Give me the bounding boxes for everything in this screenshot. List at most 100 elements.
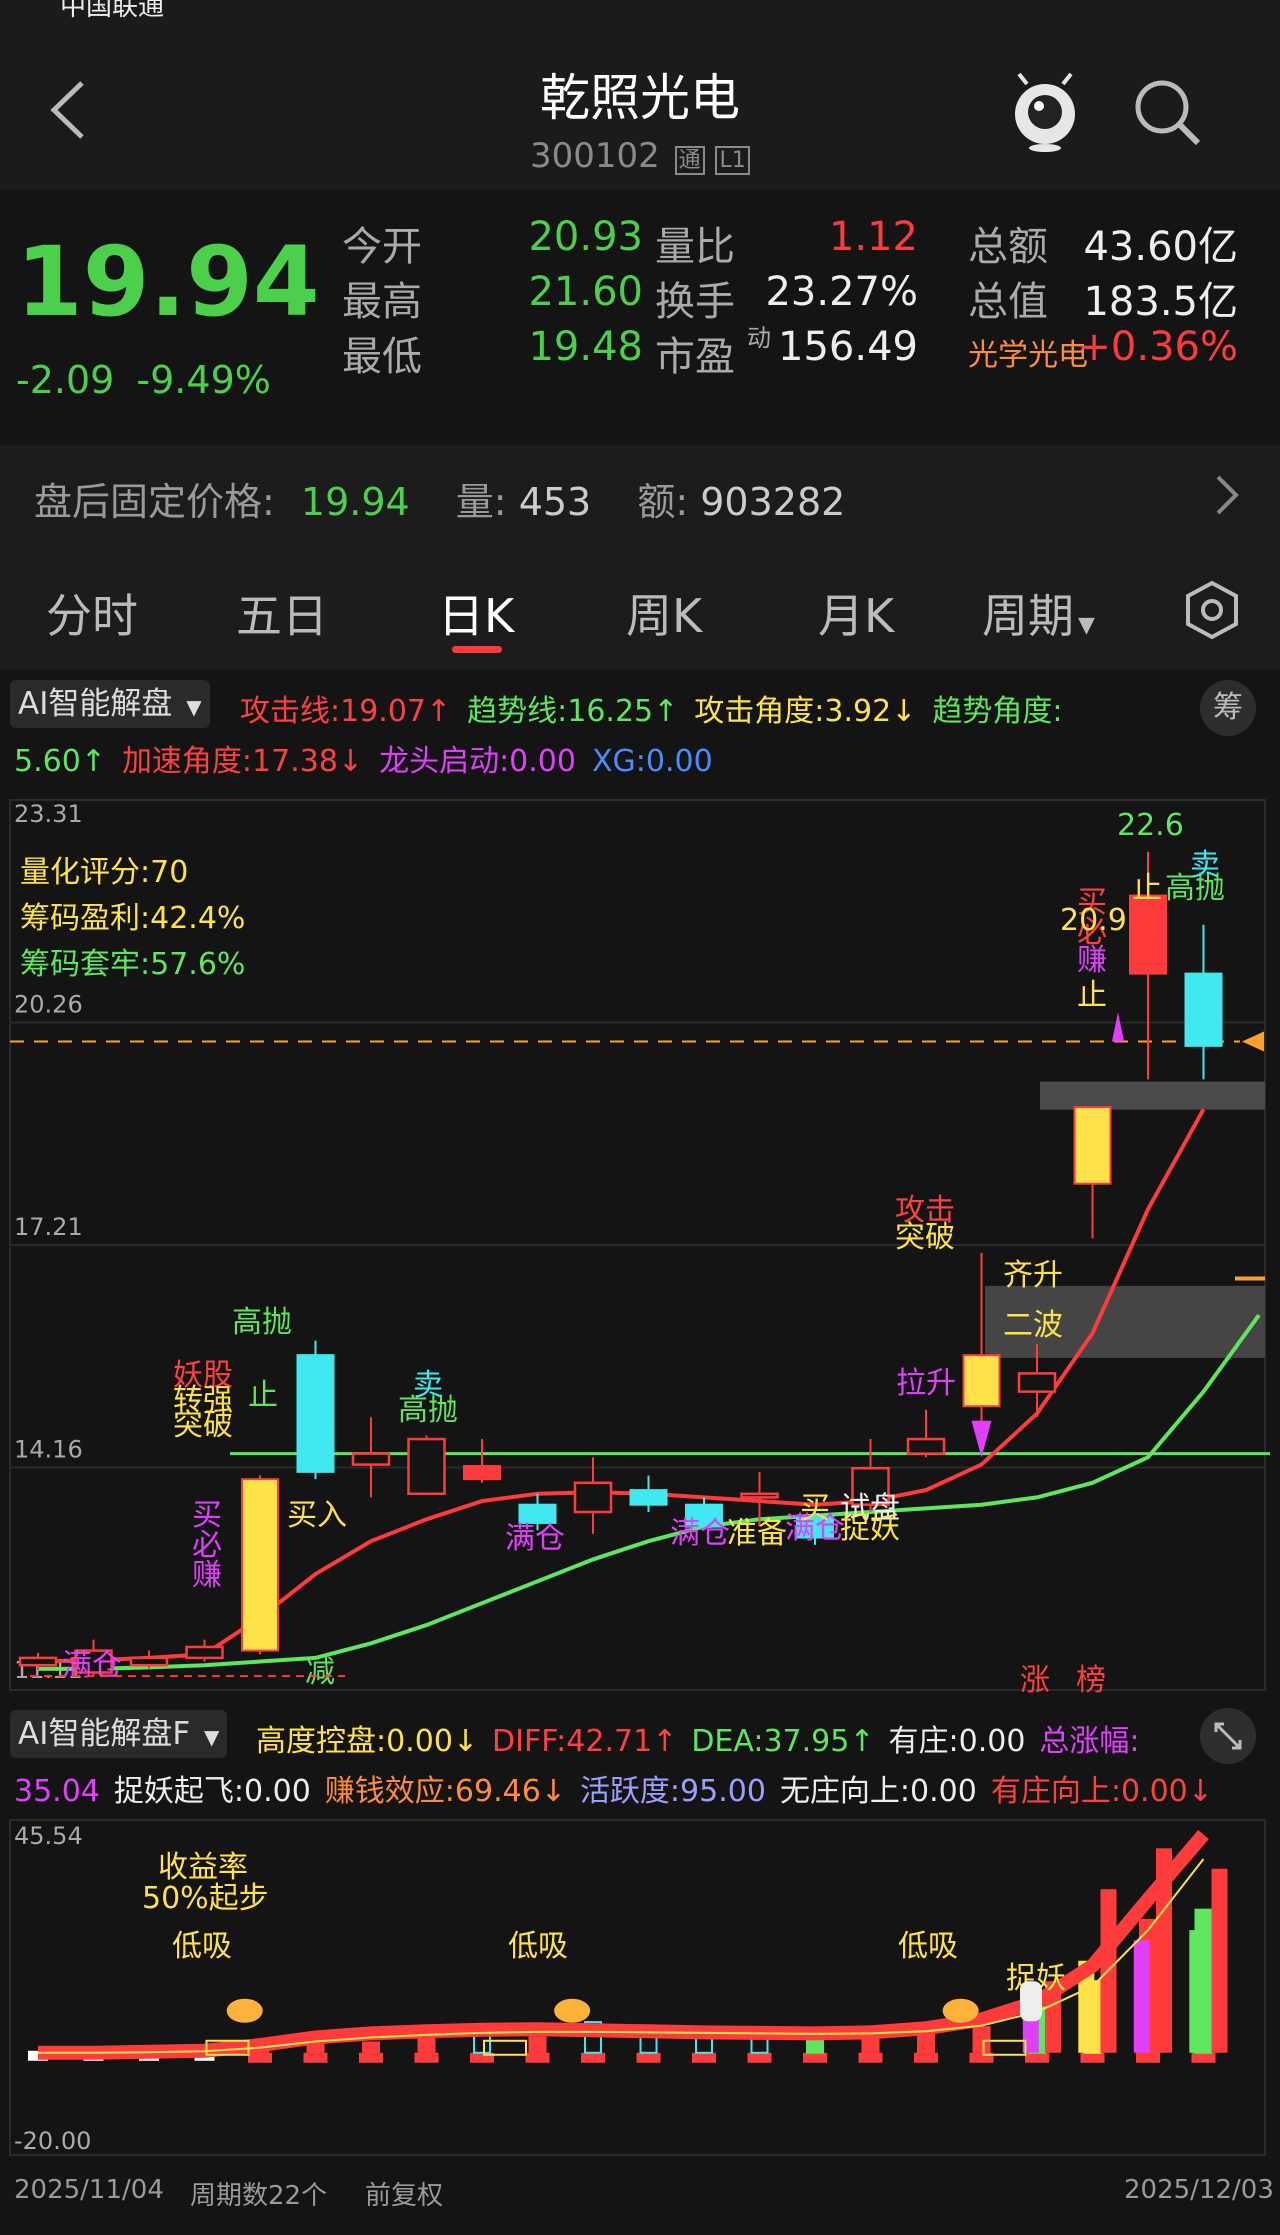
chip-stat: 量化评分:70 [20, 855, 188, 890]
chart-annotation: 卖 [413, 1368, 443, 1403]
histogram-bar [803, 2036, 827, 2063]
indicator-value: 总涨幅: [1039, 1724, 1140, 1759]
histogram-bar [1133, 1940, 1150, 2053]
histogram-bar [359, 2041, 383, 2063]
robot-assistant-button[interactable] [1005, 68, 1085, 154]
candle [351, 1417, 391, 1498]
indicator2-values-line2: 35.04 捉妖起飞:0.00 赚钱效应:69.46↓ 活跃度:95.00 无庄向上:0… [14, 1766, 1227, 1810]
indicator-value: XG:0.00 [591, 744, 713, 779]
chart-annotation: 涨 [1020, 1663, 1050, 1698]
expand-button[interactable] [1200, 1708, 1256, 1764]
chart-annotation: 满仓 [670, 1516, 730, 1551]
axis-label: 45.54 [14, 1822, 83, 1850]
gold-ingot-icon [226, 1998, 263, 2023]
axis-label: 23.31 [14, 800, 83, 828]
chevron-right-icon [1216, 475, 1239, 515]
candle [463, 1439, 501, 1483]
kline-chart[interactable]: 23.3120.2617.2114.1611.11量化评分:70筹码盈利:42.… [0, 780, 1280, 1700]
tab-label: 周期 [982, 589, 1074, 643]
chart-annotation: 齐升 [1003, 1258, 1063, 1293]
chart-annotation: 准备 [727, 1516, 787, 1551]
histogram-bar [858, 2036, 883, 2063]
axis-label: -20.00 [14, 2127, 91, 2155]
after-hours-price: 19.94 [300, 480, 410, 524]
status-carrier: 中国联通 [60, 0, 165, 22]
histogram-bar [525, 2036, 550, 2063]
expand-icon [1214, 1722, 1242, 1750]
chart-annotation: 二波 [1003, 1308, 1063, 1343]
gold-ingot-icon [554, 1998, 591, 2023]
tab-2[interactable]: 日K [438, 580, 514, 646]
period-tabs: 分时 五日 日K 周K 月K 周期 ▼ [0, 540, 1280, 670]
tab-4[interactable]: 月K [818, 580, 894, 646]
chart-annotation: 卖 [1190, 848, 1220, 883]
indicator-value: 35.04 [14, 1774, 100, 1809]
badge-level: L1 [715, 146, 750, 175]
indicator-value: 无庄向上:0.00 [779, 1774, 977, 1809]
chip-zone [1040, 1081, 1265, 1110]
histogram-bar [969, 2026, 994, 2063]
candle [906, 1409, 946, 1458]
chart-annotation: 止 [1132, 871, 1162, 906]
tab-3[interactable]: 周K [626, 580, 702, 646]
after-hours-amt-label: 额: [637, 480, 689, 524]
indicator-value: 有庄向上:0.00↓ [990, 1774, 1213, 1809]
indicator2-values-line1: 高度控盘:0.00↓ DIFF:42.71↑ DEA:37.95↑ 有庄:0.00 总涨… [256, 1716, 1154, 1760]
tab-1[interactable]: 五日 [236, 580, 328, 646]
adjust-mode[interactable]: 前复权 [365, 2175, 443, 2212]
change-value: -2.09 [16, 358, 115, 402]
badge-tong: 通 [674, 146, 705, 175]
indicator-selector-label: AI智能解盘 [18, 686, 173, 722]
tab-label: 日K [438, 589, 515, 643]
indicator-value: 活跃度:95.00 [579, 1774, 766, 1809]
subchart-annotation: 低吸 [508, 1929, 568, 1964]
robot-eye-icon [1015, 72, 1075, 152]
change-percent: -9.49% [136, 358, 271, 402]
indicator1-values-line1: 攻击线:19.07↑ 趋势线:16.25↑ 攻击角度:3.92↓ 趋势角度: [240, 686, 1078, 730]
page-title: 乾照光电 [540, 69, 740, 127]
price-pointer-icon [1242, 1031, 1264, 1052]
chart-annotation: 20.9 [1060, 903, 1127, 938]
search-button[interactable] [1130, 75, 1205, 150]
caret-down-icon: ▼ [1078, 613, 1095, 638]
subchart-annotation: 50%起步 [142, 1881, 269, 1916]
after-hours-row: 盘后固定价格: 19.94 量: 453 额: 903282 [34, 471, 845, 526]
after-hours-bar[interactable]: 盘后固定价格: 19.94 量: 453 额: 903282 [0, 445, 1280, 540]
settings-button[interactable] [1182, 580, 1242, 640]
after-hours-label: 盘后固定价格: [34, 480, 275, 524]
axis-label: 17.21 [14, 1213, 83, 1241]
tab-label: 月K [818, 589, 895, 643]
indicator-selector-1[interactable]: AI智能解盘 ▼ [10, 680, 210, 728]
candle [573, 1457, 613, 1534]
candle [407, 1435, 446, 1496]
chip-distribution-button[interactable]: 筹 [1200, 680, 1256, 736]
histogram-bar [914, 2031, 938, 2063]
histogram-bar [1211, 1868, 1228, 2053]
indicator-value: DEA:37.95↑ [691, 1724, 875, 1759]
indicator-value: 趋势线:16.25↑ [467, 694, 679, 729]
quote-value: 43.60亿 [1083, 224, 1238, 270]
rocket-icon [1020, 1981, 1042, 2022]
period-count: 周期数22个 [190, 2181, 328, 2211]
histogram-bar [1189, 1930, 1206, 2053]
active-tab-underline [452, 646, 502, 653]
indicator-value: 趋势角度: [932, 694, 1063, 729]
chip-stat: 筹码套牢:57.6% [20, 947, 245, 982]
candle [629, 1475, 668, 1512]
chart-annotation: 买 [800, 1491, 830, 1526]
chart-annotation: 突破 [895, 1220, 955, 1255]
tab-0[interactable]: 分时 [46, 580, 138, 646]
indicator-subchart[interactable]: 45.54-20.00收益率50%起步低吸低吸低吸捉妖卖买卖 [0, 1810, 1280, 2170]
tab-5[interactable]: 周期 ▼ [982, 580, 1095, 646]
tab-label: 五日 [236, 589, 328, 643]
quote-value: +0.36% [1077, 324, 1238, 370]
axis-label: 20.26 [14, 991, 83, 1019]
indicator-value: 攻击线:19.07↑ [240, 694, 452, 729]
candle [1073, 1106, 1112, 1239]
candle [241, 1475, 279, 1655]
chart-annotation: 买入 [287, 1498, 347, 1533]
gold-ingot-icon [942, 1998, 979, 2023]
buy-marker-icon [1112, 1012, 1124, 1042]
indicator-selector-label: AI智能解盘F [18, 1716, 191, 1752]
indicator-selector-2[interactable]: AI智能解盘F ▼ [10, 1710, 228, 1758]
